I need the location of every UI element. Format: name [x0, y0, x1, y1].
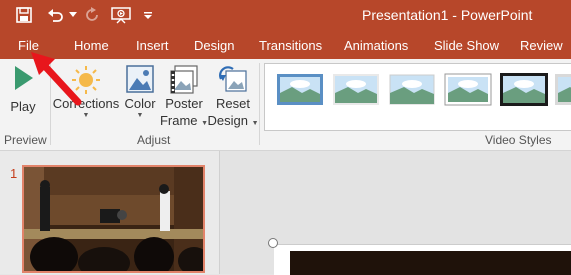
tab-animations[interactable]: Animations [344, 38, 408, 53]
tab-slide-show[interactable]: Slide Show [434, 38, 499, 53]
picture-color-icon [126, 65, 154, 93]
chevron-down-icon: ▼ [251, 120, 259, 127]
customize-qat-icon[interactable] [142, 4, 154, 26]
reset-design-icon [219, 66, 247, 92]
video-style-4[interactable] [444, 73, 492, 106]
reset-design-button[interactable]: Reset Design ▼ [207, 65, 259, 132]
video-style-1[interactable] [276, 73, 324, 106]
group-label-adjust: Adjust [137, 133, 171, 147]
poster-frame-button[interactable]: Poster Frame ▼ [160, 65, 208, 132]
group-separator [259, 63, 260, 145]
chevron-down-icon: ▼ [136, 112, 144, 119]
reset-design-label-1: Reset [216, 96, 250, 111]
poster-frame-label-2: Frame ▼ [159, 113, 209, 128]
video-styles-gallery [264, 63, 571, 131]
undo-dropdown-icon[interactable] [68, 4, 78, 26]
workspace: 1 [0, 151, 571, 275]
undo-icon[interactable] [44, 4, 68, 26]
chevron-down-icon: ▼ [82, 112, 90, 119]
video-frame[interactable] [290, 251, 571, 275]
tab-transitions[interactable]: Transitions [259, 38, 322, 53]
slide-thumbnail[interactable] [22, 165, 205, 273]
slides-pane: 1 [0, 151, 220, 274]
title-bar: Presentation1 - PowerPoint [0, 0, 571, 31]
video-style-3[interactable] [388, 73, 436, 106]
poster-frame-icon [170, 65, 198, 94]
annotation-arrow [31, 52, 82, 106]
window-title: Presentation1 - PowerPoint [362, 7, 533, 23]
slide-number: 1 [10, 166, 18, 181]
present-from-beginning-icon[interactable] [110, 4, 132, 26]
color-label: Color [124, 96, 156, 111]
color-button[interactable]: Color ▼ [122, 65, 158, 119]
tab-design[interactable]: Design [194, 38, 234, 53]
video-style-5[interactable] [500, 73, 548, 106]
save-icon[interactable] [14, 4, 34, 26]
selection-handle[interactable] [268, 238, 278, 248]
group-label-video-styles: Video Styles [485, 133, 552, 147]
redo-icon[interactable] [82, 4, 102, 26]
slide-canvas[interactable] [274, 244, 571, 275]
poster-frame-label-1: Poster [165, 96, 203, 111]
tab-insert[interactable]: Insert [136, 38, 169, 53]
group-label-preview: Preview [4, 133, 47, 147]
reset-design-label-2: Design ▼ [207, 113, 259, 128]
video-style-6[interactable] [554, 73, 571, 106]
tab-review[interactable]: Review [520, 38, 563, 53]
concert-photo-thumbnail [24, 167, 203, 271]
video-style-2[interactable] [332, 73, 380, 106]
